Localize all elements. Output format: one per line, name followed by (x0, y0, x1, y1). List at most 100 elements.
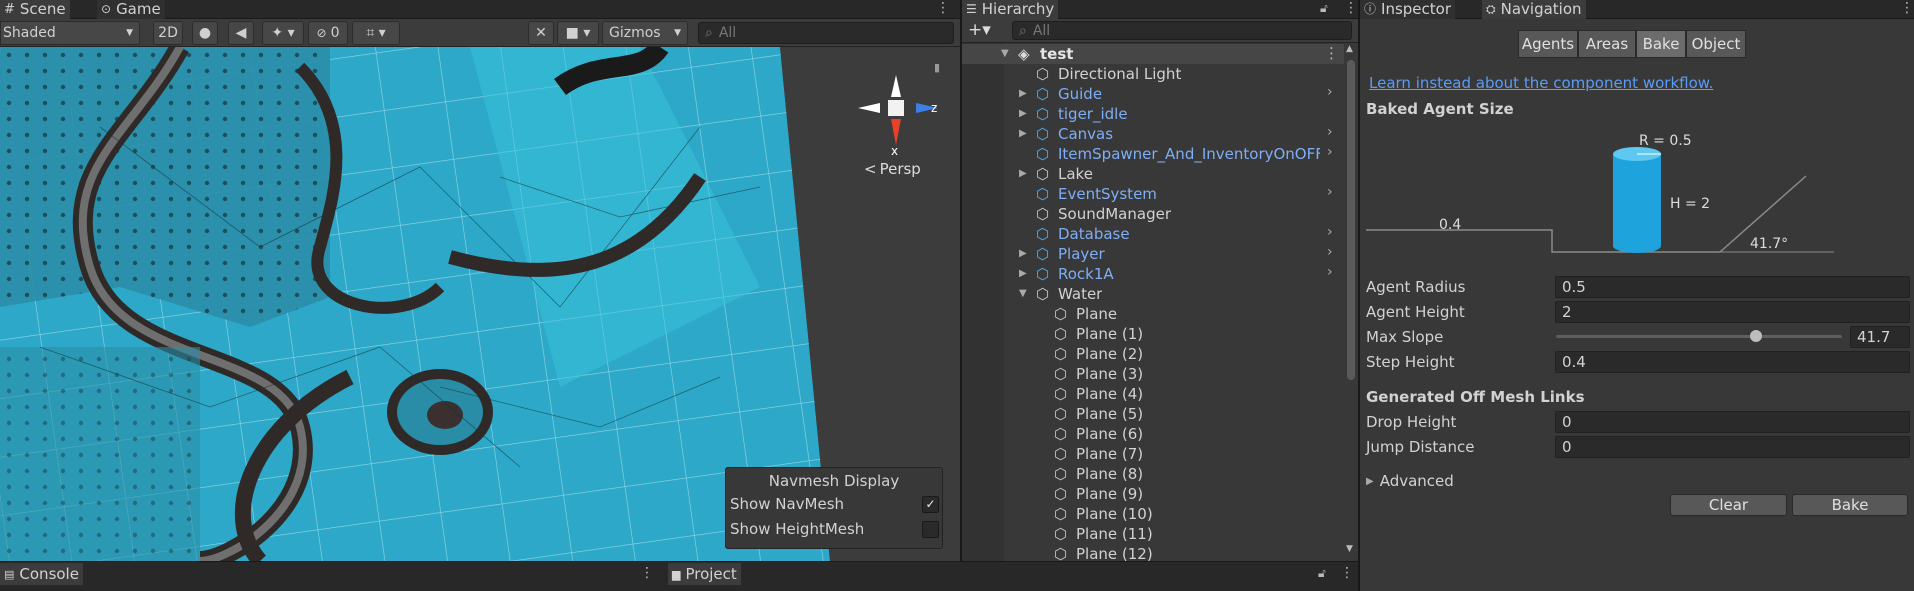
show-heightmesh-checkbox[interactable] (922, 521, 939, 538)
hierarchy-item[interactable]: ⬡ Plane (9) (962, 484, 1344, 504)
scene-search-input[interactable]: ⌕ All (698, 22, 954, 44)
expanded-arrow-icon[interactable]: ▼ (1019, 288, 1027, 299)
unity-scene-icon: ◈ (1018, 45, 1030, 63)
chevron-right-icon[interactable]: › (1327, 244, 1333, 260)
lock-icon[interactable]: ▮ (934, 61, 940, 74)
hierarchy-item[interactable]: ⬡ Directional Light (962, 64, 1344, 84)
hierarchy-item[interactable]: ⬡ SoundManager (962, 204, 1344, 224)
projection-toggle[interactable]: < Persp (864, 160, 921, 178)
lock-icon[interactable]: 🔓︎ (1318, 565, 1326, 582)
tab-console[interactable]: ▤ Console (0, 563, 83, 585)
add-object-button[interactable]: +▾ (968, 20, 991, 40)
hierarchy-item[interactable]: ⬡ Plane (10) (962, 504, 1344, 524)
hierarchy-search-input[interactable]: ⌕ All (1012, 21, 1352, 40)
scroll-up-icon[interactable]: ▲ (1346, 44, 1353, 54)
expanded-arrow-icon[interactable]: ▼ (1001, 48, 1009, 59)
gameobject-cube-icon: ⬡ (1054, 485, 1068, 503)
scroll-down-icon[interactable]: ▼ (1346, 544, 1353, 554)
agent-radius-field[interactable]: 0.5 (1555, 276, 1910, 298)
audio-icon[interactable]: ◀ (228, 21, 254, 45)
advanced-foldout[interactable]: ▶ Advanced (1366, 472, 1454, 490)
tab-game[interactable]: ⊙ Game (97, 0, 165, 19)
tab-areas[interactable]: Areas (1578, 30, 1636, 58)
toggle-2d-button[interactable]: 2D (153, 21, 183, 45)
hierarchy-item[interactable]: ▶ ⬡ Canvas › (962, 124, 1344, 144)
hierarchy-item[interactable]: ⬡ ItemSpawner_And_InventoryOnOFFM › (962, 144, 1344, 164)
scene-viewport[interactable]: ▮ z x < Persp Navmesh Display Show NavMe… (0, 47, 960, 561)
chevron-right-icon[interactable]: › (1327, 144, 1333, 160)
bake-button[interactable]: Bake (1792, 494, 1908, 516)
scene-menu-icon[interactable]: ⋮ (1324, 44, 1339, 62)
tab-bake[interactable]: Bake (1636, 30, 1686, 58)
collapsed-arrow-icon[interactable]: ▶ (1019, 88, 1027, 99)
hierarchy-item[interactable]: ⬡ Plane (11) (962, 524, 1344, 544)
chevron-right-icon[interactable]: › (1327, 124, 1333, 140)
lock-icon[interactable]: 🔓︎ (1320, 0, 1328, 17)
gizmos-dropdown[interactable]: Gizmos ▼ (602, 21, 688, 45)
scene-menu-icon[interactable]: ⋮ (936, 0, 950, 17)
max-slope-field[interactable]: 41.7 (1850, 326, 1910, 348)
clear-button[interactable]: Clear (1670, 494, 1787, 516)
show-navmesh-row[interactable]: Show NavMesh ✓ (730, 495, 940, 515)
chevron-right-icon[interactable]: › (1327, 264, 1333, 280)
hierarchy-item[interactable]: ⬡ Plane (5) (962, 404, 1344, 424)
camera-icon[interactable]: ■ ▾ (557, 21, 599, 45)
agent-height-field[interactable]: 2 (1555, 301, 1910, 323)
show-heightmesh-row[interactable]: Show HeightMesh (730, 520, 940, 540)
hierarchy-item-label: Player (1058, 245, 1105, 263)
hierarchy-item[interactable]: ⬡ Database › (962, 224, 1344, 244)
collapsed-arrow-icon[interactable]: ▶ (1019, 128, 1027, 139)
max-slope-slider-track[interactable] (1556, 335, 1842, 338)
hierarchy-item[interactable]: ▶ ⬡ Player › (962, 244, 1344, 264)
grid-snap-icon[interactable]: ⌗ ▾ (352, 21, 400, 45)
tab-inspector[interactable]: ⓘ Inspector (1360, 0, 1455, 19)
hierarchy-item[interactable]: ⬡ Plane (4) (962, 384, 1344, 404)
jump-distance-field[interactable]: 0 (1555, 436, 1910, 458)
tab-object[interactable]: Object (1686, 30, 1746, 58)
show-navmesh-checkbox[interactable]: ✓ (922, 496, 939, 513)
chevron-right-icon[interactable]: › (1327, 224, 1333, 240)
hierarchy-item[interactable]: ⬡ Plane (8) (962, 464, 1344, 484)
collapsed-arrow-icon[interactable]: ▶ (1019, 108, 1027, 119)
component-workflow-link[interactable]: Learn instead about the component workfl… (1369, 74, 1713, 92)
hierarchy-search-placeholder: All (1032, 22, 1051, 39)
collapsed-arrow-icon[interactable]: ▶ (1019, 248, 1027, 259)
hierarchy-item[interactable]: ⬡ Plane (12) (962, 544, 1344, 561)
drop-height-field[interactable]: 0 (1555, 411, 1910, 433)
hidden-objects-toggle[interactable]: ⊘ 0 (308, 21, 348, 45)
hierarchy-item[interactable]: ▶ ⬡ tiger_idle (962, 104, 1344, 124)
tools-icon[interactable]: ✕ (528, 21, 554, 45)
console-menu-icon[interactable]: ⋮ (640, 565, 654, 582)
tab-agents[interactable]: Agents (1518, 30, 1578, 58)
chevron-right-icon[interactable]: › (1327, 84, 1333, 100)
tab-hierarchy[interactable]: ☰ Hierarchy (962, 0, 1059, 19)
collapsed-arrow-icon[interactable]: ▶ (1019, 268, 1027, 279)
hierarchy-item[interactable]: ▶ ⬡ Lake (962, 164, 1344, 184)
tab-navigation[interactable]: ⛭ Navigation (1482, 0, 1586, 19)
navigation-icon: ⛭ (1486, 2, 1496, 16)
scene-root-row[interactable]: ▼ ◈ test ⋮ (962, 44, 1344, 64)
hierarchy-item[interactable]: ⬡ Plane (7) (962, 444, 1344, 464)
collapsed-arrow-icon[interactable]: ▶ (1019, 168, 1027, 179)
lighting-icon[interactable]: ● (192, 21, 218, 45)
effects-icon[interactable]: ✦ ▾ (262, 21, 304, 45)
hierarchy-item[interactable]: ⬡ EventSystem › (962, 184, 1344, 204)
hierarchy-item[interactable]: ⬡ Plane (962, 304, 1344, 324)
tab-scene[interactable]: # Scene (0, 0, 70, 19)
hierarchy-scrollbar[interactable]: ▲ ▼ (1344, 44, 1358, 561)
hierarchy-item[interactable]: ⬡ Plane (1) (962, 324, 1344, 344)
hierarchy-item[interactable]: ▶ ⬡ Guide › (962, 84, 1344, 104)
step-height-field[interactable]: 0.4 (1555, 351, 1910, 373)
project-menu-icon[interactable]: ⋮ (1340, 565, 1354, 582)
hierarchy-item[interactable]: ⬡ Plane (3) (962, 364, 1344, 384)
hierarchy-item[interactable]: ▶ ⬡ Rock1A › (962, 264, 1344, 284)
hierarchy-item[interactable]: ▼ ⬡ Water (962, 284, 1344, 304)
tab-project[interactable]: ▆ Project (668, 563, 741, 585)
navigation-menu-icon[interactable]: ⋮ (1900, 0, 1914, 17)
hierarchy-menu-icon[interactable]: ⋮ (1344, 0, 1358, 17)
hierarchy-item[interactable]: ⬡ Plane (6) (962, 424, 1344, 444)
shading-dropdown[interactable]: Shaded ▼ (0, 21, 140, 45)
hierarchy-item[interactable]: ⬡ Plane (2) (962, 344, 1344, 364)
chevron-right-icon[interactable]: › (1327, 184, 1333, 200)
scrollbar-thumb[interactable] (1347, 60, 1355, 380)
